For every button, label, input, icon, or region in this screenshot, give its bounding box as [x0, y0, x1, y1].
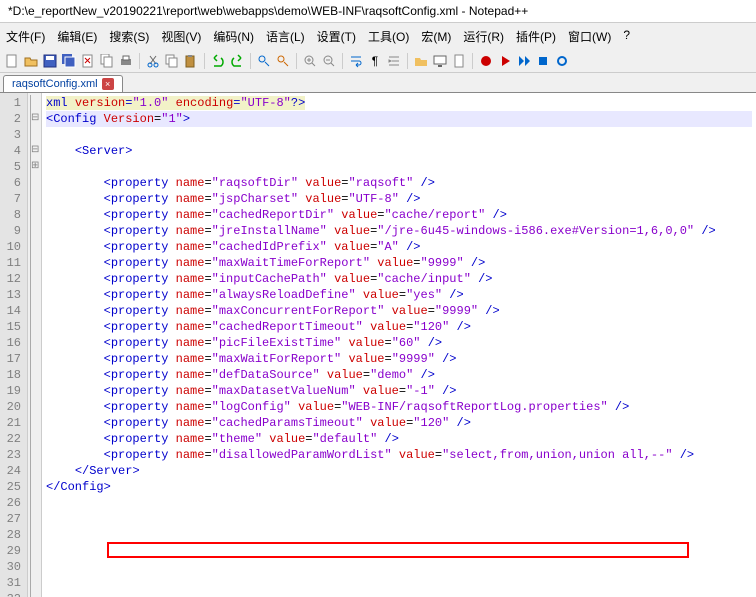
record2-icon[interactable] [554, 53, 570, 69]
toolbar-separator [204, 53, 205, 69]
doc-icon[interactable] [451, 53, 467, 69]
saveall-icon[interactable] [61, 53, 77, 69]
redo-icon[interactable] [229, 53, 245, 69]
tab-raqsoftconfig[interactable]: raqsoftConfig.xml × [3, 75, 123, 92]
tab-label: raqsoftConfig.xml [12, 78, 98, 90]
showsymbol-icon[interactable]: ¶ [367, 53, 383, 69]
menu-edit[interactable]: 编辑(E) [53, 26, 101, 47]
indent-icon[interactable] [386, 53, 402, 69]
code-editor[interactable]: 1234567891011121314151617181920212223242… [0, 93, 756, 597]
toolbar-separator [342, 53, 343, 69]
record-icon[interactable] [478, 53, 494, 69]
menu-macro[interactable]: 宏(M) [417, 26, 455, 47]
toolbar: ¶ [0, 50, 756, 73]
toolbar-separator [139, 53, 140, 69]
play-icon[interactable] [497, 53, 513, 69]
menu-run[interactable]: 运行(R) [459, 26, 508, 47]
close-icon[interactable] [80, 53, 96, 69]
window-title: *D:\e_reportNew_v20190221\report\web\web… [0, 0, 756, 23]
ff-icon[interactable] [516, 53, 532, 69]
code-area[interactable]: xml version="1.0" encoding="UTF-8"?><Con… [42, 93, 756, 597]
menu-language[interactable]: 语言(L) [262, 26, 309, 47]
replace-icon[interactable] [275, 53, 291, 69]
menu-tools[interactable]: 工具(O) [364, 26, 413, 47]
toolbar-separator [407, 53, 408, 69]
menu-plugins[interactable]: 插件(P) [512, 26, 560, 47]
menu-file[interactable]: 文件(F) [2, 26, 49, 47]
wordwrap-icon[interactable] [348, 53, 364, 69]
copy-icon[interactable] [164, 53, 180, 69]
save-icon[interactable] [42, 53, 58, 69]
print-icon[interactable] [118, 53, 134, 69]
undo-icon[interactable] [210, 53, 226, 69]
menu-search[interactable]: 搜索(S) [105, 26, 153, 47]
toolbar-separator [250, 53, 251, 69]
menu-help[interactable]: ? [619, 26, 634, 47]
fold-gutter[interactable]: ⊟ ⊟⊞ [28, 93, 42, 597]
cut-icon[interactable] [145, 53, 161, 69]
zoom-out-icon[interactable] [321, 53, 337, 69]
menu-encoding[interactable]: 编码(N) [209, 26, 258, 47]
toolbar-separator [296, 53, 297, 69]
folder-icon[interactable] [413, 53, 429, 69]
menu-window[interactable]: 窗口(W) [564, 26, 615, 47]
menu-bar: 文件(F) 编辑(E) 搜索(S) 视图(V) 编码(N) 语言(L) 设置(T… [0, 23, 756, 50]
find-icon[interactable] [256, 53, 272, 69]
menu-view[interactable]: 视图(V) [157, 26, 205, 47]
zoom-in-icon[interactable] [302, 53, 318, 69]
stop-icon[interactable] [535, 53, 551, 69]
toolbar-separator [472, 53, 473, 69]
new-icon[interactable] [4, 53, 20, 69]
closeall-icon[interactable] [99, 53, 115, 69]
line-gutter: 1234567891011121314151617181920212223242… [0, 93, 28, 597]
open-icon[interactable] [23, 53, 39, 69]
tab-bar: raqsoftConfig.xml × [0, 73, 756, 93]
menu-settings[interactable]: 设置(T) [313, 26, 360, 47]
paste-icon[interactable] [183, 53, 199, 69]
tab-close-icon[interactable]: × [102, 78, 114, 90]
monitor-icon[interactable] [432, 53, 448, 69]
